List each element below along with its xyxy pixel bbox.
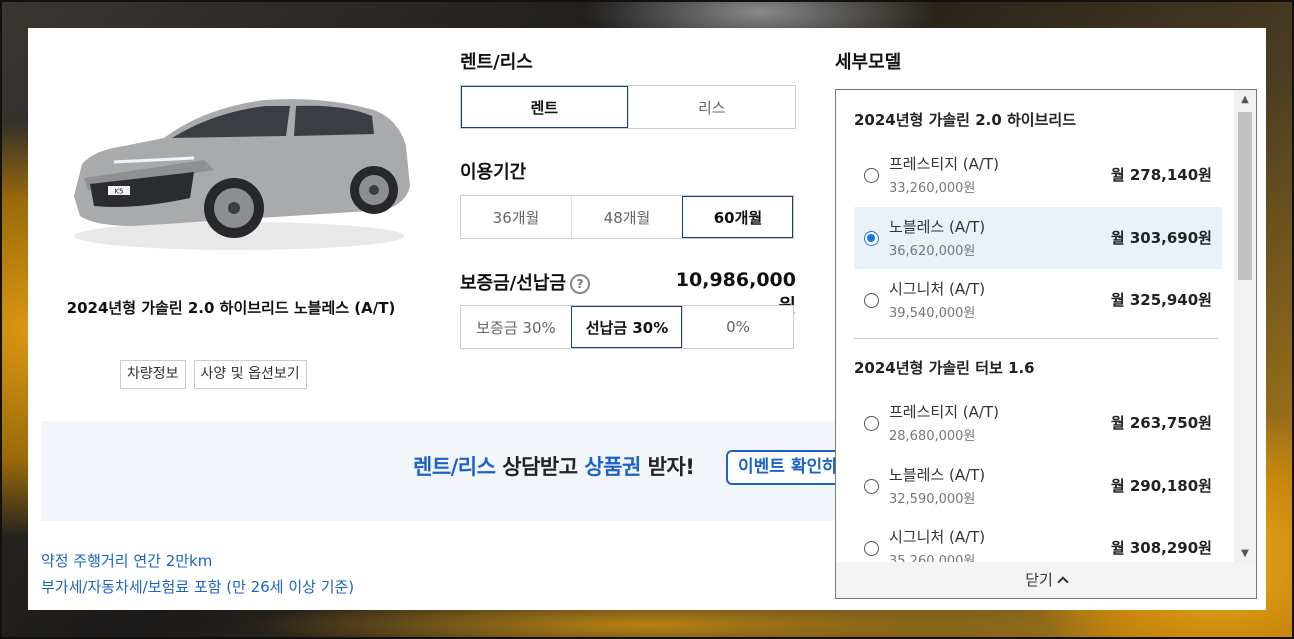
monthly-fee: 월 325,940원 — [1110, 291, 1212, 309]
radio-button[interactable] — [864, 479, 879, 494]
monthly-fee: 월 278,140원 — [1110, 166, 1212, 184]
banner-text-rentlease: 렌트/리스 — [413, 455, 496, 479]
scroll-up-arrow-icon[interactable]: ▲ — [1234, 90, 1256, 110]
event-banner[interactable]: 렌트/리스 상담받고 상품권 받자! 이벤트 확인하기 — [41, 421, 856, 521]
scroll-down-arrow-icon[interactable]: ▼ — [1234, 544, 1256, 564]
rent-lease-toggle: 렌트 리스 — [460, 85, 796, 129]
trim-price: 33,260,000원 — [889, 181, 976, 196]
trim-name: 프레스티지 (A/T) — [889, 155, 999, 173]
monthly-fee: 월 263,750원 — [1110, 414, 1212, 432]
banner-text-get: 받자! — [640, 455, 695, 479]
monthly-fee: 월 303,690원 — [1110, 229, 1212, 247]
period-toggle: 36개월 48개월 60개월 — [460, 195, 794, 239]
submodel-dropdown: 2024년형 가솔린 2.0 하이브리드 프레스티지 (A/T) 33,260,… — [835, 89, 1257, 599]
radio-button[interactable] — [864, 293, 879, 308]
notes: 약정 주행거리 연간 2만km 부가세/자동차세/보험료 포함 (만 26세 이… — [41, 548, 354, 600]
car-buttons: 차량정보 사양 및 옵션보기 — [120, 360, 307, 389]
trim-name: 노블레스 (A/T) — [889, 466, 986, 484]
monthly-fee: 월 290,180원 — [1110, 477, 1212, 495]
banner-text: 렌트/리스 상담받고 상품권 받자! — [413, 451, 695, 481]
group-divider — [854, 338, 1218, 339]
period-title: 이용기간 — [460, 162, 527, 183]
spec-options-button[interactable]: 사양 및 옵션보기 — [193, 360, 307, 389]
close-dropdown-button[interactable]: 닫기 — [836, 562, 1256, 598]
banner-text-voucher: 상품권 — [584, 455, 641, 479]
trim-price: 32,590,000원 — [889, 492, 976, 507]
zero-option[interactable]: 0% — [682, 306, 793, 348]
car-model-name: 2024년형 가솔린 2.0 하이브리드 노블레스 (A/T) — [66, 299, 396, 317]
help-icon[interactable]: ? — [569, 274, 590, 294]
radio-button[interactable] — [864, 168, 879, 183]
plate-badge-text: K5 — [114, 188, 123, 196]
period-60-option[interactable]: 60개월 — [682, 196, 793, 238]
chevron-up-icon — [1057, 576, 1069, 588]
close-label: 닫기 — [1025, 571, 1053, 589]
radio-button[interactable] — [864, 416, 879, 431]
rent-option[interactable]: 렌트 — [461, 86, 628, 128]
trim-price: 28,680,000원 — [889, 429, 976, 444]
radio-button-checked[interactable] — [864, 231, 879, 246]
lease-option[interactable]: 리스 — [627, 86, 795, 128]
deposit-toggle: 보증금 30% 선납금 30% 0% — [460, 305, 794, 349]
mileage-note: 약정 주행거리 연간 2만km — [41, 552, 213, 570]
rent-lease-title: 렌트/리스 — [460, 52, 533, 73]
model-row[interactable]: 프레스티지 (A/T) 28,680,000원 월 263,750원 — [854, 392, 1222, 454]
deposit-30-option[interactable]: 보증금 30% — [461, 306, 571, 348]
scroll-thumb[interactable] — [1238, 112, 1252, 280]
deposit-title: 보증금/선납금? — [460, 269, 590, 295]
model-row[interactable]: 시그니처 (A/T) 39,540,000원 월 325,940원 — [854, 269, 1222, 331]
banner-text-consult: 상담받고 — [495, 455, 585, 479]
model-row[interactable]: 프레스티지 (A/T) 33,260,000원 월 278,140원 — [854, 144, 1222, 206]
submodel-list: 2024년형 가솔린 2.0 하이브리드 프레스티지 (A/T) 33,260,… — [836, 90, 1234, 564]
monthly-fee: 월 308,290원 — [1110, 539, 1212, 557]
scrollbar[interactable]: ▲ ▼ — [1234, 90, 1256, 564]
group-title: 2024년형 가솔린 2.0 하이브리드 — [854, 111, 1076, 129]
trim-price: 39,540,000원 — [889, 306, 976, 321]
model-row[interactable]: 시그니처 (A/T) 35,260,000원 월 308,290원 — [854, 517, 1222, 564]
car-info-button[interactable]: 차량정보 — [120, 360, 186, 389]
trim-name: 시그니처 (A/T) — [889, 280, 986, 298]
period-36-option[interactable]: 36개월 — [461, 196, 571, 238]
trim-name: 노블레스 (A/T) — [889, 218, 986, 236]
rent-lease-panel: K5 2024년형 가솔린 2.0 하이브리드 노블레스 (A/T) 차량정보 … — [28, 28, 1266, 610]
prepay-30-option[interactable]: 선납금 30% — [571, 306, 682, 348]
period-48-option[interactable]: 48개월 — [571, 196, 682, 238]
model-row[interactable]: 노블레스 (A/T) 32,590,000원 월 290,180원 — [854, 455, 1222, 517]
tax-insurance-note: 부가세/자동차세/보험료 포함 (만 26세 이상 기준) — [41, 578, 355, 596]
group-title: 2024년형 가솔린 터보 1.6 — [854, 359, 1035, 377]
deposit-title-text: 보증금/선납금 — [460, 273, 566, 294]
trim-name: 시그니처 (A/T) — [889, 528, 986, 546]
submodel-title: 세부모델 — [835, 52, 902, 73]
model-row[interactable]: 노블레스 (A/T) 36,620,000원 월 303,690원 — [854, 207, 1222, 269]
trim-price: 36,620,000원 — [889, 244, 976, 259]
radio-button[interactable] — [864, 541, 879, 556]
car-image: K5 — [74, 99, 410, 250]
trim-name: 프레스티지 (A/T) — [889, 403, 999, 421]
